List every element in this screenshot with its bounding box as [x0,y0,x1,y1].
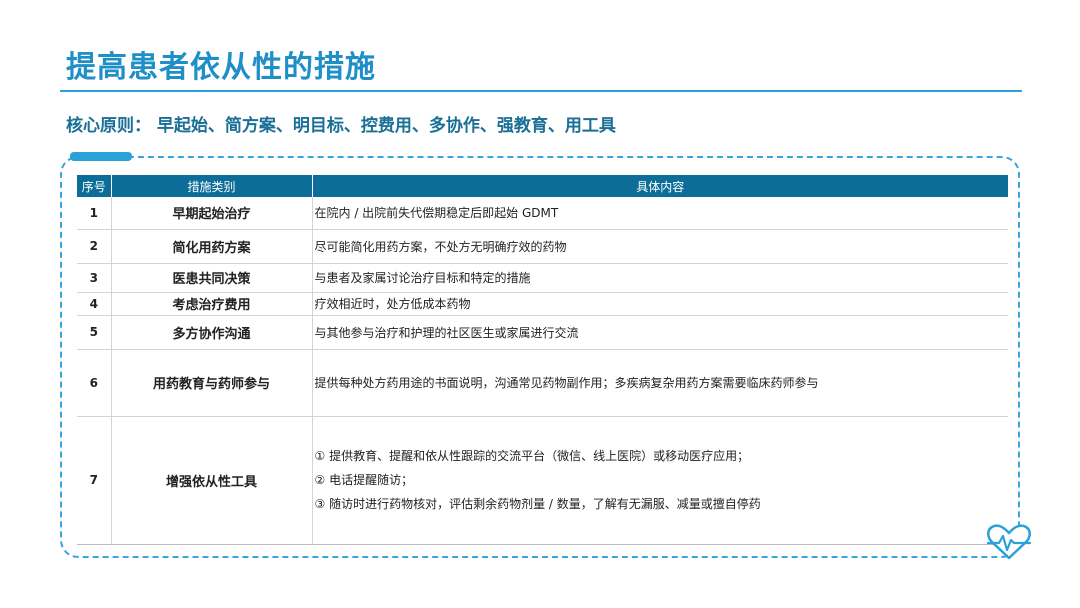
header-category: 措施类别 [111,175,313,197]
row-detail-multiline: ① 提供教育、提醒和依从性跟踪的交流平台（微信、线上医院）或移动医疗应用； ② … [312,416,1008,545]
row-category: 早期起始治疗 [111,197,313,230]
measures-table: 序号 措施类别 具体内容 1 早期起始治疗 在院内 / 出院前失代偿期稳定后即起… [77,175,1008,545]
detail-line: ③ 随访时进行药物核对，评估剩余药物剂量 / 数量，了解有无漏服、减量或擅自停药 [314,497,761,511]
row-category: 多方协作沟通 [111,315,313,350]
header-details: 具体内容 [312,175,1008,197]
table-row: 1 早期起始治疗 在院内 / 出院前失代偿期稳定后即起始 GDMT [77,197,1008,230]
row-number: 2 [77,229,112,264]
row-number: 7 [77,416,112,545]
table-row: 6 用药教育与药师参与 提供每种处方药用途的书面说明，沟通常见药物副作用；多疾病… [77,349,1008,417]
row-detail: 与其他参与治疗和护理的社区医生或家属进行交流 [312,315,1008,350]
row-number: 1 [77,197,112,230]
row-category: 增强依从性工具 [111,416,313,545]
heart-pulse-icon [986,524,1032,560]
row-category: 用药教育与药师参与 [111,349,313,417]
row-detail: 疗效相近时，处方低成本药物 [312,292,1008,316]
row-category: 考虑治疗费用 [111,292,313,316]
core-principle: 核心原则： 早起始、简方案、明目标、控费用、多协作、强教育、用工具 [66,116,616,136]
table-row: 2 简化用药方案 尽可能简化用药方案，不处方无明确疗效的药物 [77,229,1008,264]
detail-line: ② 电话提醒随访； [314,473,414,487]
row-number: 4 [77,292,112,316]
row-detail: 提供每种处方药用途的书面说明，沟通常见药物副作用；多疾病复杂用药方案需要临床药师… [312,349,1008,417]
row-detail: 尽可能简化用药方案，不处方无明确疗效的药物 [312,229,1008,264]
table-row: 4 考虑治疗费用 疗效相近时，处方低成本药物 [77,292,1008,316]
detail-line: ① 提供教育、提醒和依从性跟踪的交流平台（微信、线上医院）或移动医疗应用； [314,449,750,463]
row-number: 3 [77,263,112,293]
table-header-row: 序号 措施类别 具体内容 [77,175,1008,197]
row-number: 5 [77,315,112,350]
header-no: 序号 [77,175,112,197]
row-category: 医患共同决策 [111,263,313,293]
title-underline [60,90,1022,92]
slide-title: 提高患者依从性的措施 [66,50,376,85]
frame-tab-accent [70,152,132,161]
table-row: 3 医患共同决策 与患者及家属讨论治疗目标和特定的措施 [77,263,1008,293]
table-row: 5 多方协作沟通 与其他参与治疗和护理的社区医生或家属进行交流 [77,315,1008,350]
table-row: 7 增强依从性工具 ① 提供教育、提醒和依从性跟踪的交流平台（微信、线上医院）或… [77,416,1008,545]
row-detail: 在院内 / 出院前失代偿期稳定后即起始 GDMT [312,197,1008,230]
row-number: 6 [77,349,112,417]
row-detail: 与患者及家属讨论治疗目标和特定的措施 [312,263,1008,293]
row-category: 简化用药方案 [111,229,313,264]
